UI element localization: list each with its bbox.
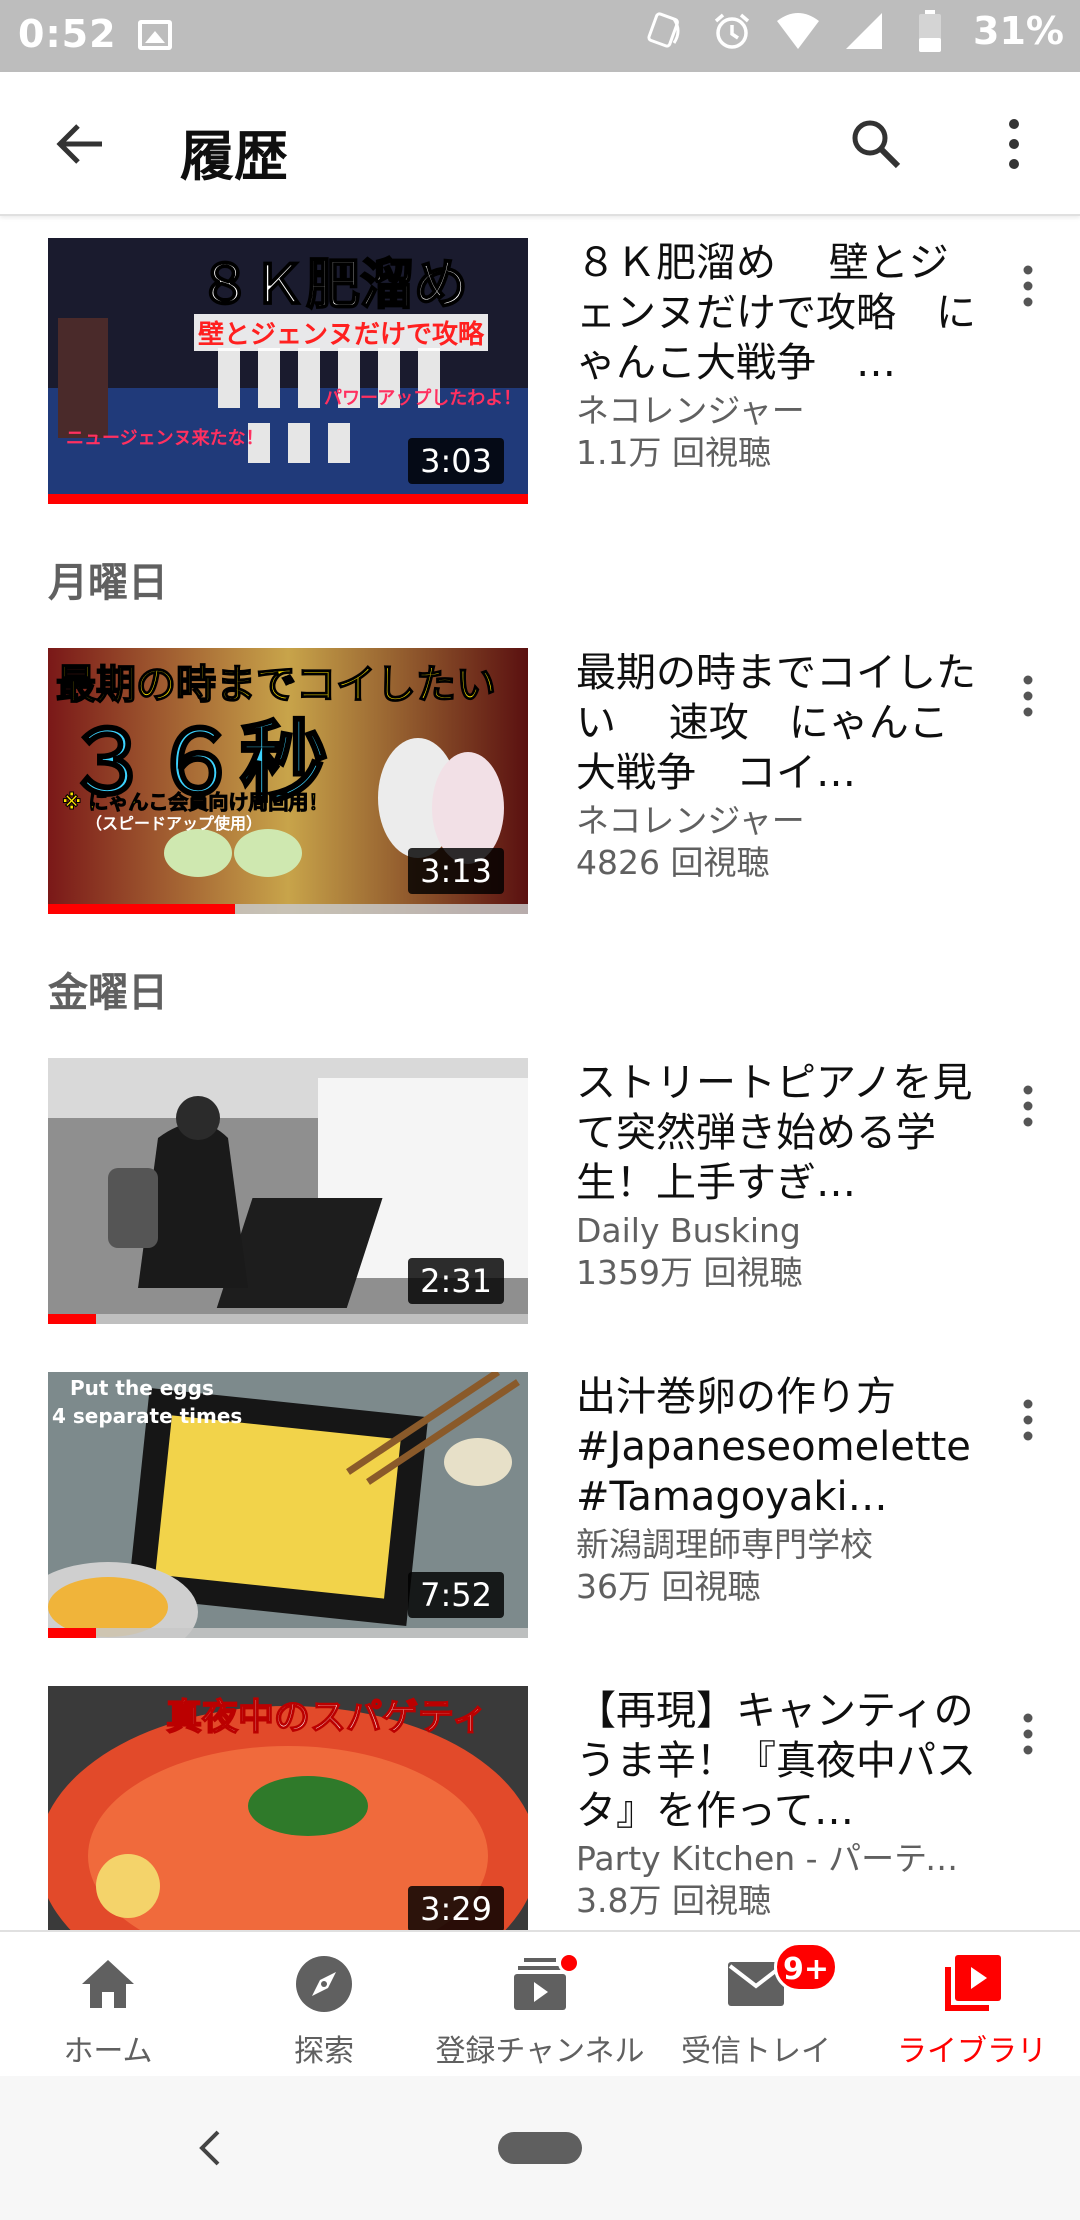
video-channel: Daily Busking [576,1211,801,1250]
thumbnail-caption: 壁とジェンヌだけで攻略 [194,314,489,351]
section-header-monday: 月曜日 [48,560,168,606]
video-details[interactable]: 【再現】キャンティのうま辛！『真夜中パスタ』を作って… Party Kitche… [576,1686,976,1922]
watch-progress-bar [48,494,528,504]
system-home-button[interactable] [498,2132,582,2164]
home-icon [76,1952,140,2016]
video-thumbnail[interactable]: 2:31 [48,1058,528,1324]
nav-label: 受信トレイ [681,2034,831,2069]
video-item[interactable]: ８Ｋ肥溜め 壁とジェンヌだけで攻略 パワーアップしたわよ！ ニュージェンヌ来たな… [0,238,1080,504]
nav-inbox[interactable]: 9+ 受信トレイ [648,1932,864,2078]
thumbnail-caption: （スピードアップ使用） [86,814,263,833]
video-duration: 3:13 [408,848,504,894]
video-title[interactable]: 最期の時までコイしたい 速攻 にゃんこ大戦争 コイ… [576,648,976,798]
more-vert-icon [1023,1085,1033,1127]
battery-percent: 31% [973,9,1064,53]
video-title[interactable]: 【再現】キャンティのうま辛！『真夜中パスタ』を作って… [576,1686,976,1836]
video-details[interactable]: 出汁巻卵の作り方 #Japaneseomelette #Tamagoyaki #… [576,1372,976,1608]
status-time: 0:52 [18,12,117,56]
nav-library[interactable]: ライブラリ [864,1932,1080,2078]
app-bar: 履歴 [0,72,1080,216]
notification-badge: 9+ [774,1942,839,1992]
video-menu-button[interactable] [1000,1078,1056,1134]
watch-progress-bar [48,1314,528,1324]
video-channel: ネコレンジャー [576,801,805,840]
thumbnail-caption: Put the eggs [70,1376,214,1400]
system-back-button[interactable] [186,2120,234,2176]
back-button[interactable] [44,108,116,180]
nav-subscriptions[interactable]: 登録チャンネル [432,1932,648,2078]
cell-signal-icon [841,8,887,54]
thumbnail-caption: パワーアップしたわよ！ [324,388,522,409]
video-details[interactable]: ストリートピアノを見て突然弾き始める学生！上手すぎ… Daily Busking… [576,1058,976,1294]
more-vert-icon [1009,119,1019,169]
video-title[interactable]: ストリートピアノを見て突然弾き始める学生！上手すぎ… [576,1058,976,1208]
battery-icon [907,8,953,54]
video-duration: 3:03 [408,438,504,484]
video-thumbnail[interactable]: Put the eggs 4 separate times 7:52 [48,1372,528,1638]
video-details[interactable]: 最期の時までコイしたい 速攻 にゃんこ大戦争 コイ… ネコレンジャー 4826 … [576,648,976,884]
video-views: 4826 回視聴 [576,843,770,882]
video-thumbnail[interactable]: 真夜中のスパゲティ 3:29 [48,1686,528,1930]
video-menu-button[interactable] [1000,1392,1056,1448]
video-duration: 7:52 [408,1572,504,1618]
nav-label: ライブラリ [897,2034,1047,2069]
thumbnail-caption: ニュージェンヌ来たな！ [66,428,264,449]
more-options-button[interactable] [978,108,1050,180]
more-vert-icon [1023,675,1033,717]
chevron-left-icon [199,2130,220,2166]
more-vert-icon [1023,1399,1033,1441]
video-views: 1.1万 回視聴 [576,433,771,472]
video-menu-button[interactable] [1000,258,1056,314]
video-channel: 新潟調理師専門学校 [576,1525,873,1564]
status-indicators: 31% [643,8,1064,54]
history-list[interactable]: ８Ｋ肥溜め 壁とジェンヌだけで攻略 パワーアップしたわよ！ ニュージェンヌ来たな… [0,218,1080,1930]
nav-explore[interactable]: 探索 [216,1932,432,2078]
video-menu-button[interactable] [1000,668,1056,724]
watch-progress-bar [48,904,528,914]
nav-label: 探索 [294,2034,354,2069]
video-duration: 2:31 [408,1258,504,1304]
explore-icon [292,1952,356,2016]
nav-home[interactable]: ホーム [0,1932,216,2078]
system-navigation-bar [0,2076,1080,2220]
video-duration: 3:29 [408,1886,504,1930]
video-views: 3.8万 回視聴 [576,1881,771,1920]
search-button[interactable] [840,108,912,180]
thumbnail-caption: 真夜中のスパゲティ [165,1696,488,1739]
video-item[interactable]: 2:31 ストリートピアノを見て突然弾き始める学生！上手すぎ… Daily Bu… [0,1058,1080,1324]
video-channel: Party Kitchen - パーティー… [576,1839,976,1878]
watch-progress-bar [48,1628,528,1638]
video-title[interactable]: ８Ｋ肥溜め 壁とジェンヌだけで攻略 にゃんこ大戦争 … [576,238,976,388]
video-item[interactable]: 最期の時までコイしたい ３６秒 ※ にゃんこ会員向け周回用！ （スピードアップ使… [0,648,1080,914]
bottom-navigation: ホーム 探索 登録チャンネル 9+ 受信トレイ ライブラリ [0,1930,1080,2076]
more-vert-icon [1023,1713,1033,1755]
page-title: 履歴 [180,125,288,188]
thumbnail-caption: ８Ｋ肥溜め [197,252,469,317]
video-views: 36万 回視聴 [576,1567,761,1606]
search-icon [852,120,901,169]
nfc-icon [643,8,689,54]
new-content-dot [558,1952,580,1974]
alarm-icon [709,8,755,54]
video-thumbnail[interactable]: ８Ｋ肥溜め 壁とジェンヌだけで攻略 パワーアップしたわよ！ ニュージェンヌ来たな… [48,238,528,504]
library-icon [940,1952,1004,2016]
video-item[interactable]: 真夜中のスパゲティ 3:29 【再現】キャンティのうま辛！『真夜中パスタ』を作っ… [0,1686,1080,1930]
video-thumbnail[interactable]: 最期の時までコイしたい ３６秒 ※ にゃんこ会員向け周回用！ （スピードアップ使… [48,648,528,914]
video-item[interactable]: Put the eggs 4 separate times 7:52 出汁巻卵の… [0,1372,1080,1638]
status-bar: 0:52 31% [0,0,1080,72]
video-views: 1359万 回視聴 [576,1253,803,1292]
video-menu-button[interactable] [1000,1706,1056,1762]
video-channel: ネコレンジャー [576,391,805,430]
nav-label: ホーム [63,2034,153,2069]
thumbnail-caption: 4 separate times [52,1404,243,1428]
nav-label: 登録チャンネル [435,2034,645,2069]
arrow-left-icon [56,124,102,164]
video-title[interactable]: 出汁巻卵の作り方 #Japaneseomelette #Tamagoyaki #… [576,1372,976,1522]
wifi-icon [775,8,821,54]
gallery-notification-icon [138,20,172,50]
more-vert-icon [1023,265,1033,307]
section-header-friday: 金曜日 [48,970,168,1016]
video-details[interactable]: ８Ｋ肥溜め 壁とジェンヌだけで攻略 にゃんこ大戦争 … ネコレンジャー 1.1万… [576,238,976,474]
